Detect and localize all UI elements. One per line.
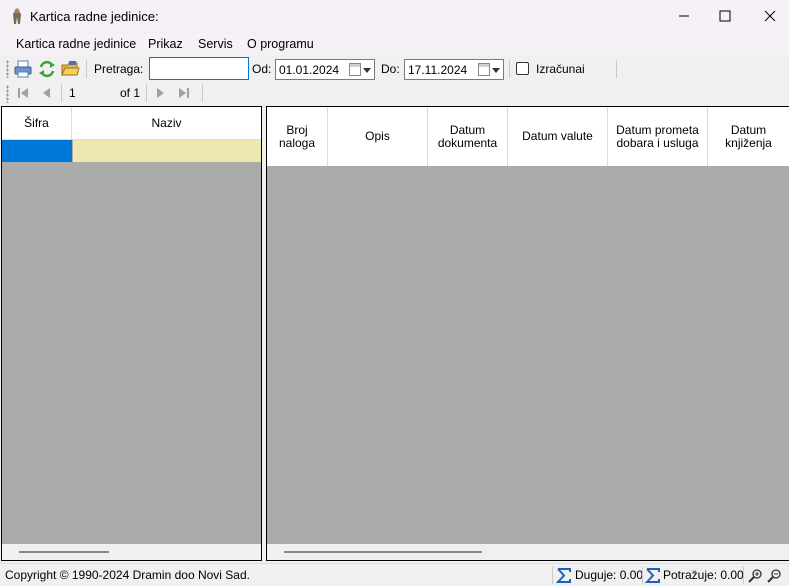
navigator-toolbar <box>0 82 789 104</box>
left-grid-header: Šifra Naziv <box>2 107 261 139</box>
toolbar-grip[interactable] <box>6 85 9 103</box>
column-header-sifra[interactable]: Šifra <box>2 107 72 139</box>
izracunai-checkbox[interactable] <box>516 62 529 75</box>
page-count-label: of 1 <box>120 86 141 100</box>
column-header-datum-valute[interactable]: Datum valute <box>508 107 608 166</box>
right-grid[interactable]: Broj naloga Opis Datum dokumenta Datum v… <box>266 106 789 561</box>
copyright-text: Copyright © 1990-2024 Dramin doo Novi Sa… <box>5 568 250 582</box>
selected-cell-sifra[interactable] <box>2 140 72 162</box>
toolbar-separator <box>616 60 617 78</box>
minimize-button[interactable] <box>661 0 707 32</box>
chevron-down-icon[interactable] <box>363 68 371 73</box>
to-date-label: Do: <box>381 62 400 76</box>
current-row-naziv[interactable] <box>73 140 261 162</box>
open-folder-icon[interactable] <box>60 59 80 79</box>
first-page-icon[interactable] <box>16 86 30 100</box>
calendar-icon[interactable] <box>349 63 361 76</box>
column-header-opis[interactable]: Opis <box>328 107 428 166</box>
from-date-picker[interactable]: 01.01.2024 <box>275 59 375 80</box>
last-page-icon[interactable] <box>177 86 191 100</box>
toolbar-separator <box>509 60 510 78</box>
menu-bar: Kartica radne jedinice Prikaz Servis O p… <box>0 33 789 55</box>
scrollbar-thumb[interactable] <box>19 551 109 553</box>
refresh-icon[interactable] <box>37 59 57 79</box>
close-button[interactable] <box>747 0 789 32</box>
page-number-input[interactable] <box>66 84 116 102</box>
minimize-icon <box>679 15 689 17</box>
from-date-label: Od: <box>252 62 272 76</box>
previous-page-icon[interactable] <box>40 86 54 100</box>
to-date-value: 17.11.2024 <box>408 63 468 77</box>
horizontal-scrollbar[interactable] <box>2 544 261 560</box>
maximize-icon <box>719 10 731 22</box>
maximize-button[interactable] <box>702 0 748 32</box>
duguje-total: Duguje: 0.00 <box>575 568 644 582</box>
close-icon <box>764 10 776 22</box>
search-label: Pretraga: <box>94 62 144 76</box>
toolbar-separator <box>61 84 62 102</box>
izracunai-label: Izračunai <box>536 62 585 76</box>
column-header-datum-dokumenta[interactable]: Datum dokumenta <box>428 107 508 166</box>
toolbar-separator <box>202 84 203 102</box>
calendar-icon[interactable] <box>478 63 490 76</box>
title-bar: Kartica radne jedinice: <box>0 0 789 32</box>
chevron-down-icon[interactable] <box>492 68 500 73</box>
menu-o-programu[interactable]: O programu <box>247 37 314 51</box>
column-header-datum-knjizenja[interactable]: Datum knjiženja <box>708 107 789 166</box>
potrazuje-total: Potražuje: 0.00 <box>663 568 744 582</box>
right-grid-header: Broj naloga Opis Datum dokumenta Datum v… <box>267 107 789 166</box>
search-input[interactable] <box>149 57 249 80</box>
zoom-out-icon[interactable] <box>766 568 782 584</box>
menu-kartica[interactable]: Kartica radne jedinice <box>16 37 136 51</box>
menu-servis[interactable]: Servis <box>198 37 233 51</box>
left-grid[interactable]: Šifra Naziv <box>1 106 262 561</box>
toolbar-grip[interactable] <box>6 60 9 78</box>
toolbar-separator <box>86 60 87 78</box>
window-title: Kartica radne jedinice: <box>30 9 159 24</box>
status-bar: Copyright © 1990-2024 Dramin doo Novi Sa… <box>0 563 789 586</box>
sigma-icon <box>556 568 571 583</box>
status-separator <box>642 567 643 584</box>
status-separator <box>743 567 744 584</box>
next-page-icon[interactable] <box>153 86 167 100</box>
toolbar-separator <box>146 84 147 102</box>
app-logo-icon <box>13 8 21 24</box>
column-header-broj-naloga[interactable]: Broj naloga <box>267 107 328 166</box>
status-separator <box>552 567 553 584</box>
scrollbar-thumb[interactable] <box>284 551 482 553</box>
column-header-naziv[interactable]: Naziv <box>72 107 261 139</box>
horizontal-scrollbar[interactable] <box>267 544 789 560</box>
menu-prikaz[interactable]: Prikaz <box>148 37 183 51</box>
zoom-in-icon[interactable] <box>747 568 763 584</box>
sigma-icon <box>645 568 660 583</box>
print-icon[interactable] <box>13 59 33 79</box>
column-header-datum-prometa[interactable]: Datum prometa dobara i usluga <box>608 107 708 166</box>
to-date-picker[interactable]: 17.11.2024 <box>404 59 504 80</box>
from-date-value: 01.01.2024 <box>279 63 340 77</box>
